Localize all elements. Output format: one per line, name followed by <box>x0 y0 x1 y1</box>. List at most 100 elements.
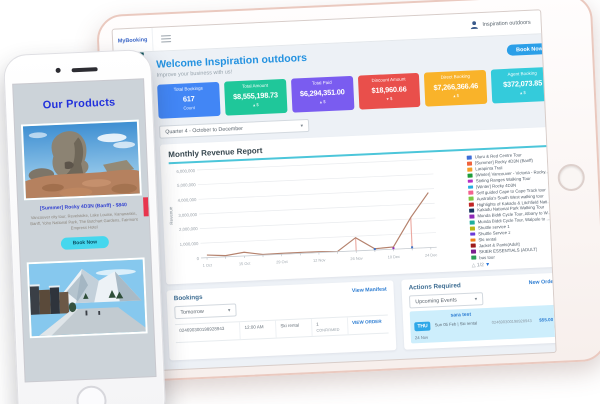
legend-swatch <box>470 238 475 242</box>
phone-speaker <box>72 67 98 72</box>
stat-card[interactable]: Discount Amount$18,960.66▾ $ <box>357 73 420 110</box>
y-axis-tick: 3,000,000 <box>173 212 197 218</box>
stat-footer: ▾ $ <box>359 95 419 104</box>
legend-swatch <box>468 185 473 189</box>
revenue-chart-card: Monthly Revenue Report Revenue 6,000,000… <box>160 127 556 285</box>
legend-swatch <box>470 220 475 224</box>
legend-swatch <box>470 226 475 230</box>
legend-swatch <box>469 209 474 213</box>
stat-card[interactable]: Agent Booking$372,073.85▴ $ <box>491 67 554 104</box>
phone-home-button[interactable] <box>76 385 107 404</box>
y-axis-tick: 1,000,000 <box>174 241 198 247</box>
stat-card[interactable]: Total Bookings617Count <box>157 82 220 119</box>
booking-time: 12:00 AM <box>240 321 277 339</box>
legend-swatch <box>469 203 474 207</box>
view-manifest-link[interactable]: View Manifest <box>352 286 387 294</box>
revenue-line-chart: Revenue 6,000,0005,000,0004,000,0003,000… <box>169 154 466 279</box>
tablet-home-button[interactable] <box>557 163 585 191</box>
bookings-panel: Bookings View Manifest Tomorrow ▾ 024690… <box>166 280 396 360</box>
chevron-down-icon: ▾ <box>228 307 231 313</box>
customer-link[interactable]: sara test <box>434 311 487 319</box>
stat-card[interactable]: Total Amount$8,555,198.73▴ $ <box>224 79 287 116</box>
book-now-button[interactable]: Book Now <box>507 43 552 56</box>
actions-filter-select[interactable]: Upcoming Events ▾ <box>409 292 484 308</box>
legend-swatch <box>471 244 476 248</box>
legend-swatch <box>469 197 474 201</box>
user-menu[interactable]: Inspiration outdoors <box>469 11 531 37</box>
legend-swatch <box>471 256 476 260</box>
legend-label: bus tour <box>479 254 495 260</box>
actions-title: Actions Required <box>409 282 461 291</box>
stat-label: Total Amount <box>225 82 285 90</box>
new-order-link[interactable]: New Order <box>529 278 556 285</box>
y-axis-tick: 4,000,000 <box>172 197 196 203</box>
user-name: Inspiration outdoors <box>482 19 531 27</box>
stat-value: $18,960.66 <box>359 83 419 95</box>
stat-value: $8,555,198.73 <box>225 89 285 101</box>
legend-next-icon: ▼ <box>485 262 490 268</box>
legend-swatch <box>469 214 474 218</box>
quarter-select[interactable]: Quarter 4 - October to December ▾ <box>159 119 309 139</box>
product-image-banff[interactable] <box>27 257 148 338</box>
y-axis-tick: 0 <box>175 256 199 262</box>
bookings-title: Bookings <box>174 294 203 302</box>
quarter-select-value: Quarter 4 - October to December <box>165 125 243 135</box>
feedback-tab[interactable] <box>143 197 149 216</box>
view-order-link[interactable]: VIEW ORDER <box>348 316 389 334</box>
stat-footer: ▴ $ <box>426 92 486 101</box>
app-logo[interactable]: MyBooking <box>113 28 154 53</box>
x-axis-tick: 10 Dec <box>388 254 401 260</box>
phone-screen: Our Products <box>13 79 155 381</box>
stat-footer: ▴ $ <box>493 89 553 98</box>
chevron-down-icon: ▾ <box>300 123 303 129</box>
bookings-filter-select[interactable]: Tomorrow ▾ <box>174 303 237 319</box>
x-axis-tick: 1 Oct <box>203 262 213 267</box>
stat-value: $372,073.85 <box>492 77 552 89</box>
booking-id: 024690300198928943 <box>175 322 241 341</box>
legend-label: Ski rental <box>478 236 496 242</box>
dashboard-screen: MyBooking Inspiration outdoors ▦Dashboar… <box>113 10 556 371</box>
product-book-now-button[interactable]: Book Now <box>61 236 109 250</box>
phone-page-title: Our Products <box>14 95 144 112</box>
legend-swatch <box>468 179 473 183</box>
product-description: Vancouver city tour, Revelstoke, Lake Lo… <box>28 210 141 233</box>
y-axis-tick: 2,000,000 <box>174 226 198 232</box>
tablet-device: MyBooking Inspiration outdoors ▦Dashboar… <box>96 0 600 383</box>
booking-product: Ski rental <box>276 319 313 337</box>
main-content: Welcome Inspiration outdoors Improve you… <box>144 33 556 370</box>
legend-swatch <box>470 232 475 236</box>
stat-label: Total Bookings <box>158 85 218 93</box>
stat-value: 617 <box>159 92 219 104</box>
event-detail: Sun 05 Feb | Ski rental <box>435 320 488 327</box>
day-badge: THU <box>414 321 431 331</box>
chart-plot-area <box>197 155 437 270</box>
legend-swatch <box>467 156 472 160</box>
chart-legend: Uluru & Red Centre Tour[Summer] Rocky 4D… <box>461 150 554 269</box>
stat-card[interactable]: Direct Booking$7,266,366.46▴ $ <box>424 70 487 107</box>
stat-label: Total Paid <box>292 79 352 87</box>
stat-card[interactable]: Total Paid$6,294,351.00▴ $ <box>291 76 354 113</box>
legend-swatch <box>471 250 476 254</box>
chevron-down-icon: ▾ <box>475 296 478 302</box>
stat-label: Discount Amount <box>359 76 419 84</box>
legend-swatch <box>467 161 472 165</box>
legend-swatch <box>467 167 472 171</box>
logo-text: MyBooking <box>118 37 148 44</box>
menu-icon[interactable] <box>161 33 171 44</box>
x-axis-tick: 26 Nov <box>350 256 363 262</box>
y-axis-tick: 5,000,000 <box>172 182 196 188</box>
stat-footer: ▴ $ <box>293 98 353 107</box>
x-axis-tick: 12 Nov <box>313 257 326 263</box>
action-row[interactable]: THU 24 Nov sara test Sun 05 Feb | Ski re… <box>410 305 556 343</box>
stat-label: Direct Booking <box>425 73 485 81</box>
x-axis-tick: 24 Dec <box>425 252 438 258</box>
actions-panel: Actions Required New Order Upcoming Even… <box>401 273 555 350</box>
phone-device: Our Products <box>3 49 166 404</box>
booking-status: CONFIRMED <box>316 327 343 332</box>
product-image-rocks[interactable] <box>21 120 142 201</box>
order-amount[interactable]: $55.00 <box>539 317 553 323</box>
y-axis-tick: 6,000,000 <box>171 168 195 174</box>
customer-link[interactable]: sara test <box>436 345 489 349</box>
legend-pagination[interactable]: △ 1/2 ▼ <box>472 259 554 269</box>
legend-swatch <box>467 173 472 177</box>
